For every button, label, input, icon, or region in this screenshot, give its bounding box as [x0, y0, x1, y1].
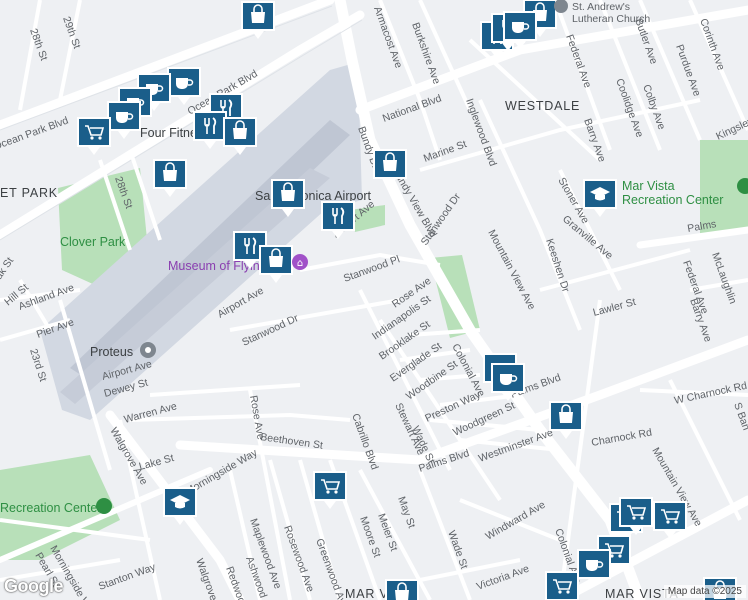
- map-attribution[interactable]: Map data ©2025: [663, 585, 746, 598]
- clover-park-label[interactable]: Clover Park: [60, 235, 126, 249]
- westdale-label: WESTDALE: [505, 99, 580, 113]
- map-view[interactable]: St. Andrew's Lutheran Church WESTDALE Ma…: [0, 0, 748, 600]
- mar-vista-rec-label-1[interactable]: Mar Vista: [622, 179, 675, 193]
- map-canvas[interactable]: St. Andrew's Lutheran Church WESTDALE Ma…: [0, 0, 748, 600]
- mar-vista-rec-label-2[interactable]: Recreation Center: [622, 193, 723, 207]
- church-label-1: St. Andrew's: [572, 1, 630, 13]
- museum-icon[interactable]: ⌂: [292, 254, 308, 270]
- grocery-cart-icon[interactable]: [545, 571, 579, 600]
- svg-text:⌂: ⌂: [297, 258, 303, 269]
- google-logo: Google: [4, 576, 64, 596]
- place-icon[interactable]: [140, 342, 156, 358]
- proteus-label[interactable]: Proteus: [90, 345, 133, 359]
- et-park-label: ET PARK: [0, 186, 58, 200]
- recreation-center-left-label[interactable]: Recreation Center: [0, 501, 101, 515]
- shopping-bag-icon[interactable]: [385, 579, 419, 600]
